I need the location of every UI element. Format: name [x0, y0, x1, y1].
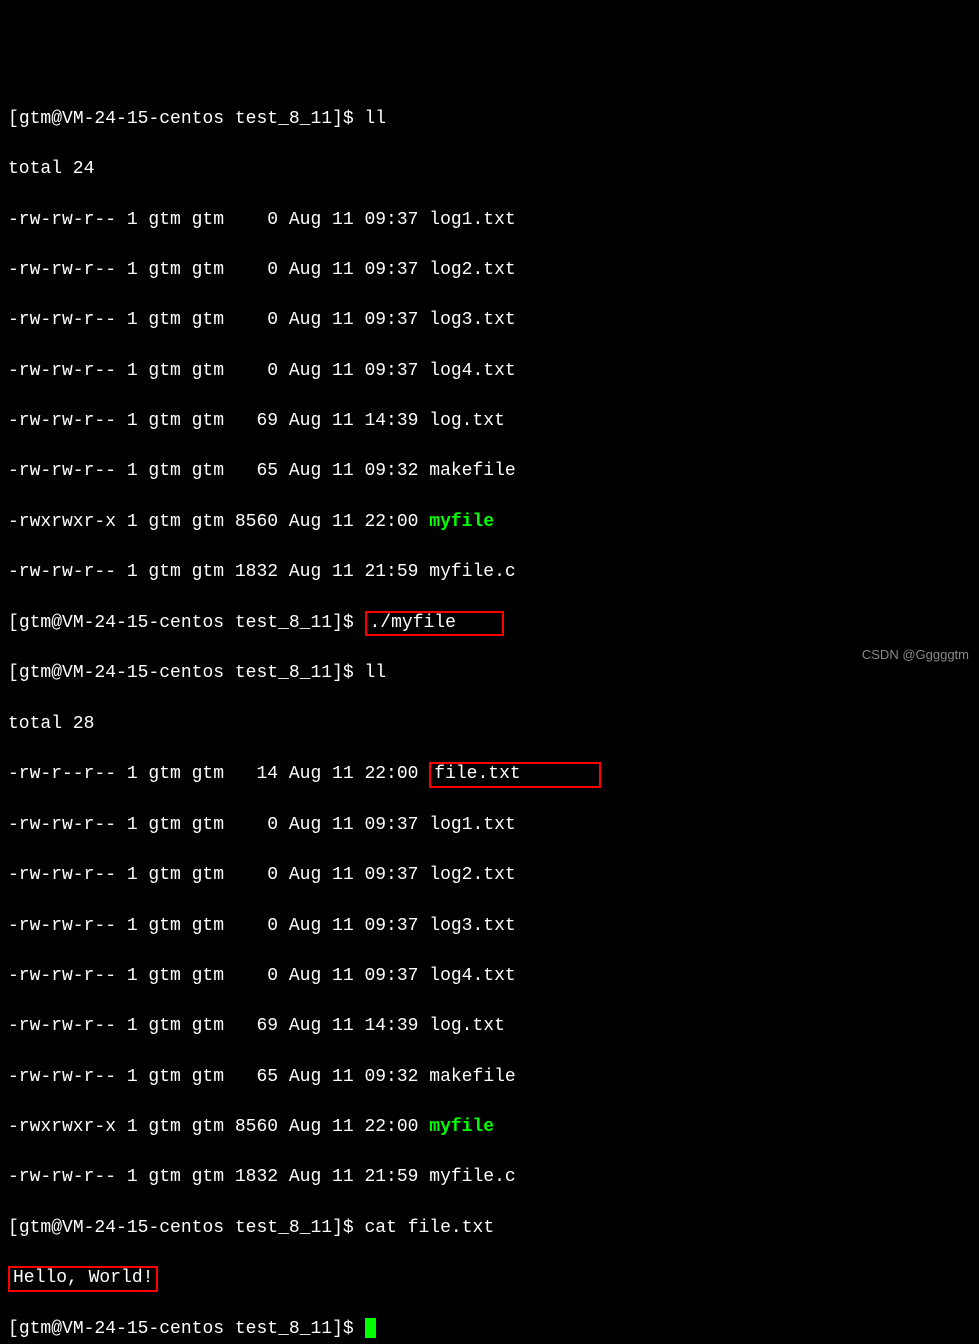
prompt-user: gtm — [19, 613, 51, 633]
total-line: total 24 — [8, 157, 971, 182]
command-runfile: ./myfile — [370, 613, 456, 633]
file-row: -rw-rw-r-- 1 gtm gtm 0 Aug 11 09:37 log4… — [8, 964, 971, 989]
bracket-open: [ — [8, 613, 19, 633]
cursor-icon — [365, 1318, 376, 1338]
file-name: log2.txt — [429, 865, 515, 885]
total-line: total 28 — [8, 712, 971, 737]
prompt-user: gtm — [19, 1319, 51, 1339]
command-cat: cat file.txt — [365, 1218, 495, 1238]
file-perms: -rwxrwxr-x 1 gtm gtm 8560 Aug 11 22:00 — [8, 512, 429, 532]
file-name: log1.txt — [429, 815, 515, 835]
bracket-open: [ — [8, 1218, 19, 1238]
file-row: -rw-rw-r-- 1 gtm gtm 0 Aug 11 09:37 log1… — [8, 813, 971, 838]
bracket-close: ]$ — [332, 109, 364, 129]
prompt-line[interactable]: [gtm@VM-24-15-centos test_8_11]$ ./myfil… — [8, 611, 971, 637]
file-name: file.txt — [434, 764, 520, 784]
prompt-dir: test_8_11 — [235, 1218, 332, 1238]
file-name: log.txt — [429, 1016, 505, 1036]
file-name: log4.txt — [429, 966, 515, 986]
file-perms: -rw-rw-r-- 1 gtm gtm 0 Aug 11 09:37 — [8, 865, 429, 885]
prompt-host: VM-24-15-centos — [62, 1218, 224, 1238]
file-name: log1.txt — [429, 210, 515, 230]
bracket-close: ]$ — [332, 1218, 364, 1238]
prompt-user: gtm — [19, 109, 51, 129]
prompt-line[interactable]: [gtm@VM-24-15-centos test_8_11]$ ll — [8, 107, 971, 132]
prompt-at: @ — [51, 663, 62, 683]
file-row: -rw-rw-r-- 1 gtm gtm 0 Aug 11 09:37 log3… — [8, 308, 971, 333]
file-name: myfile.c — [429, 562, 515, 582]
command-ll: ll — [365, 663, 387, 683]
prompt-at: @ — [51, 613, 62, 633]
command-ll: ll — [365, 109, 387, 129]
prompt-dir: test_8_11 — [235, 613, 332, 633]
file-perms: -rw-rw-r-- 1 gtm gtm 1832 Aug 11 21:59 — [8, 1167, 429, 1187]
file-name-exec: myfile — [429, 1117, 494, 1137]
prompt-host: VM-24-15-centos — [62, 613, 224, 633]
file-perms: -rw-rw-r-- 1 gtm gtm 0 Aug 11 09:37 — [8, 916, 429, 936]
file-name: log4.txt — [429, 361, 515, 381]
cat-output: Hello, World! — [13, 1268, 153, 1288]
file-name: log3.txt — [429, 310, 515, 330]
highlight-box: Hello, World! — [8, 1266, 158, 1292]
watermark: CSDN @Gggggtm — [862, 646, 969, 664]
file-row: -rw-rw-r-- 1 gtm gtm 65 Aug 11 09:32 mak… — [8, 1065, 971, 1090]
prompt-user: gtm — [19, 1218, 51, 1238]
file-row: -rw-rw-r-- 1 gtm gtm 69 Aug 11 14:39 log… — [8, 1014, 971, 1039]
bracket-open: [ — [8, 663, 19, 683]
file-row: -rw-rw-r-- 1 gtm gtm 0 Aug 11 09:37 log2… — [8, 863, 971, 888]
file-row: -rw-rw-r-- 1 gtm gtm 1832 Aug 11 21:59 m… — [8, 560, 971, 585]
bracket-open: [ — [8, 109, 19, 129]
prompt-user: gtm — [19, 663, 51, 683]
file-row: -rw-rw-r-- 1 gtm gtm 0 Aug 11 09:37 log2… — [8, 258, 971, 283]
file-row: -rw-r--r-- 1 gtm gtm 14 Aug 11 22:00 fil… — [8, 762, 971, 788]
file-perms: -rw-rw-r-- 1 gtm gtm 1832 Aug 11 21:59 — [8, 562, 429, 582]
file-perms: -rw-rw-r-- 1 gtm gtm 69 Aug 11 14:39 — [8, 411, 429, 431]
file-name: log3.txt — [429, 916, 515, 936]
file-perms: -rw-rw-r-- 1 gtm gtm 0 Aug 11 09:37 — [8, 966, 429, 986]
highlight-box: ./myfile — [365, 611, 505, 637]
file-name: makefile — [429, 1067, 515, 1087]
file-perms: -rw-r--r-- 1 gtm gtm 14 Aug 11 22:00 — [8, 764, 429, 784]
bracket-open: [ — [8, 1319, 19, 1339]
prompt-line[interactable]: [gtm@VM-24-15-centos test_8_11]$ ll — [8, 661, 971, 686]
file-perms: -rwxrwxr-x 1 gtm gtm 8560 Aug 11 22:00 — [8, 1117, 429, 1137]
bracket-close: ]$ — [332, 1319, 364, 1339]
bracket-close: ]$ — [332, 613, 364, 633]
file-row: -rw-rw-r-- 1 gtm gtm 69 Aug 11 14:39 log… — [8, 409, 971, 434]
file-perms: -rw-rw-r-- 1 gtm gtm 65 Aug 11 09:32 — [8, 1067, 429, 1087]
file-row: -rw-rw-r-- 1 gtm gtm 65 Aug 11 09:32 mak… — [8, 459, 971, 484]
file-perms: -rw-rw-r-- 1 gtm gtm 69 Aug 11 14:39 — [8, 1016, 429, 1036]
file-name: myfile.c — [429, 1167, 515, 1187]
file-perms: -rw-rw-r-- 1 gtm gtm 0 Aug 11 09:37 — [8, 260, 429, 280]
bracket-close: ]$ — [332, 663, 364, 683]
file-row: -rw-rw-r-- 1 gtm gtm 0 Aug 11 09:37 log4… — [8, 359, 971, 384]
prompt-host: VM-24-15-centos — [62, 109, 224, 129]
highlight-box: file.txt — [429, 762, 601, 788]
file-perms: -rw-rw-r-- 1 gtm gtm 65 Aug 11 09:32 — [8, 461, 429, 481]
prompt-line[interactable]: [gtm@VM-24-15-centos test_8_11]$ cat fil… — [8, 1216, 971, 1241]
prompt-dir: test_8_11 — [235, 109, 332, 129]
file-row: -rwxrwxr-x 1 gtm gtm 8560 Aug 11 22:00 m… — [8, 1115, 971, 1140]
file-name-exec: myfile — [429, 512, 494, 532]
prompt-host: VM-24-15-centos — [62, 1319, 224, 1339]
prompt-host: VM-24-15-centos — [62, 663, 224, 683]
file-row: -rw-rw-r-- 1 gtm gtm 1832 Aug 11 21:59 m… — [8, 1165, 971, 1190]
file-perms: -rw-rw-r-- 1 gtm gtm 0 Aug 11 09:37 — [8, 361, 429, 381]
prompt-line[interactable]: [gtm@VM-24-15-centos test_8_11]$ — [8, 1317, 971, 1342]
prompt-dir: test_8_11 — [235, 663, 332, 683]
cat-output-line: Hello, World! — [8, 1266, 971, 1292]
file-name: makefile — [429, 461, 515, 481]
prompt-dir: test_8_11 — [235, 1319, 332, 1339]
file-row: -rw-rw-r-- 1 gtm gtm 0 Aug 11 09:37 log3… — [8, 914, 971, 939]
file-perms: -rw-rw-r-- 1 gtm gtm 0 Aug 11 09:37 — [8, 210, 429, 230]
file-name: log2.txt — [429, 260, 515, 280]
prompt-at: @ — [51, 1218, 62, 1238]
file-perms: -rw-rw-r-- 1 gtm gtm 0 Aug 11 09:37 — [8, 310, 429, 330]
file-row: -rwxrwxr-x 1 gtm gtm 8560 Aug 11 22:00 m… — [8, 510, 971, 535]
file-perms: -rw-rw-r-- 1 gtm gtm 0 Aug 11 09:37 — [8, 815, 429, 835]
file-row: -rw-rw-r-- 1 gtm gtm 0 Aug 11 09:37 log1… — [8, 208, 971, 233]
file-name: log.txt — [429, 411, 505, 431]
prompt-at: @ — [51, 109, 62, 129]
prompt-at: @ — [51, 1319, 62, 1339]
